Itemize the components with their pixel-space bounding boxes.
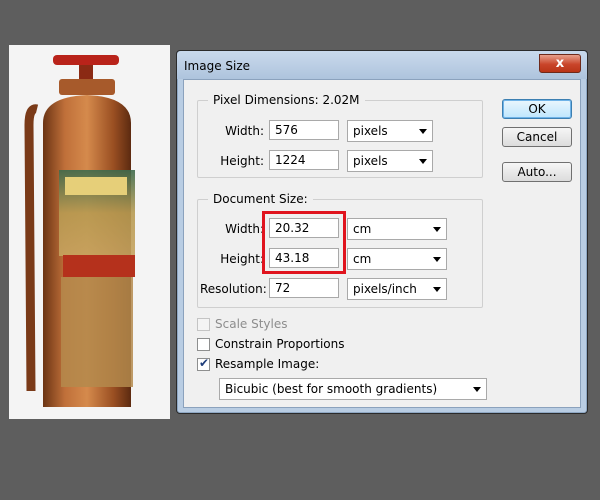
- dialog-title: Image Size: [184, 59, 251, 73]
- constrain-proportions-label: Constrain Proportions: [215, 337, 345, 351]
- pixel-dimensions-title: Pixel Dimensions: 2.02M: [208, 93, 365, 107]
- pixel-height-unit-value: pixels: [353, 154, 388, 168]
- close-button[interactable]: x: [539, 54, 581, 73]
- chevron-down-icon: [433, 287, 441, 292]
- resolution-label: Resolution:: [200, 282, 267, 296]
- cancel-button[interactable]: Cancel: [502, 127, 572, 147]
- checkmark-icon: ✔: [199, 356, 210, 370]
- resolution-unit-select[interactable]: pixels/inch: [347, 278, 447, 300]
- pixel-width-unit-value: pixels: [353, 124, 388, 138]
- fire-extinguisher-photo: [9, 45, 170, 419]
- chevron-down-icon: [419, 129, 427, 134]
- constrain-proportions-checkbox[interactable]: [197, 338, 210, 351]
- resample-method-select[interactable]: Bicubic (best for smooth gradients): [219, 378, 487, 400]
- resample-method-value: Bicubic (best for smooth gradients): [225, 382, 438, 396]
- highlight-annotation: [262, 211, 346, 274]
- auto-button[interactable]: Auto...: [502, 162, 572, 182]
- doc-width-label: Width:: [225, 222, 264, 236]
- scale-styles-label: Scale Styles: [215, 317, 288, 331]
- pixel-width-unit-select[interactable]: pixels: [347, 120, 433, 142]
- resample-image-checkbox[interactable]: ✔: [197, 356, 210, 371]
- pixel-height-label: Height:: [220, 154, 264, 168]
- title-bar: Image Size x: [177, 51, 587, 79]
- document-size-title: Document Size:: [208, 192, 313, 206]
- doc-height-label: Height:: [220, 252, 264, 266]
- doc-height-unit-select[interactable]: cm: [347, 248, 447, 270]
- pixel-height-unit-select[interactable]: pixels: [347, 150, 433, 172]
- resolution-field[interactable]: 72: [269, 278, 339, 298]
- dialog-body: Pixel Dimensions: 2.02M Width: 576 pixel…: [183, 79, 581, 408]
- doc-height-unit-value: cm: [353, 252, 372, 266]
- scale-styles-checkbox[interactable]: [197, 318, 210, 331]
- pixel-width-label: Width:: [225, 124, 264, 138]
- image-size-dialog: Image Size x Pixel Dimensions: 2.02M Wid…: [176, 50, 588, 414]
- chevron-down-icon: [433, 257, 441, 262]
- doc-width-unit-value: cm: [353, 222, 372, 236]
- ok-button[interactable]: OK: [502, 99, 572, 119]
- chevron-down-icon: [433, 227, 441, 232]
- chevron-down-icon: [419, 159, 427, 164]
- resample-image-label: Resample Image:: [215, 357, 320, 371]
- doc-width-unit-select[interactable]: cm: [347, 218, 447, 240]
- resolution-unit-value: pixels/inch: [353, 282, 417, 296]
- pixel-height-field[interactable]: 1224: [269, 150, 339, 170]
- chevron-down-icon: [473, 387, 481, 392]
- pixel-width-field[interactable]: 576: [269, 120, 339, 140]
